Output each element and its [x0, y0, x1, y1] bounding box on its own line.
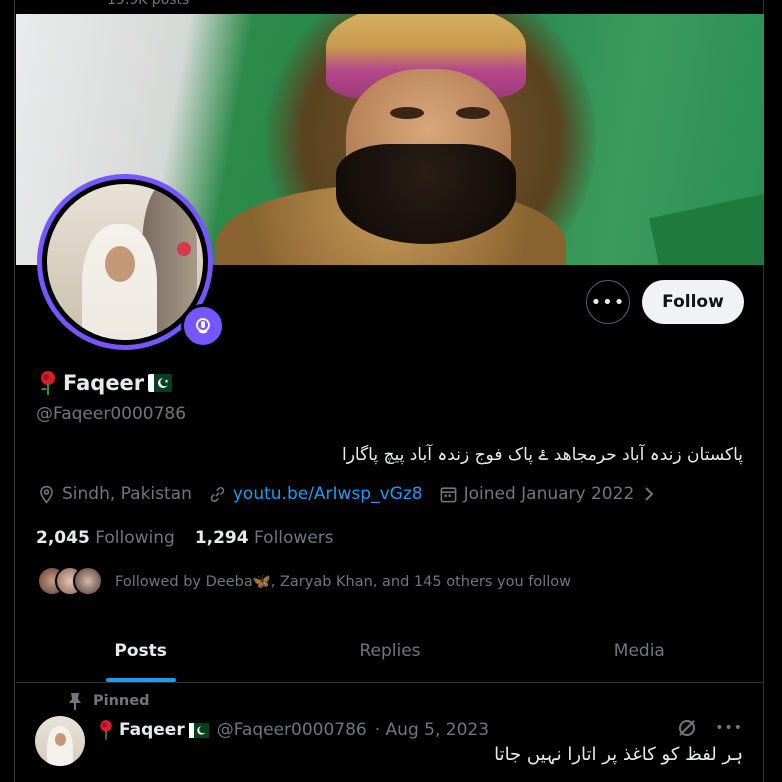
grok-icon[interactable] [677, 718, 697, 738]
post-count: 19.9K posts [107, 0, 190, 8]
follow-button[interactable]: Follow [642, 280, 744, 324]
tab-replies-label: Replies [359, 641, 421, 661]
rose-emoji [100, 720, 112, 740]
tab-posts[interactable]: Posts [16, 620, 265, 682]
location-icon [40, 485, 53, 504]
post-more-icon[interactable]: ••• [715, 720, 743, 736]
following-label: Following [95, 528, 175, 548]
rose-emoji [41, 371, 55, 395]
chevron-right-icon[interactable] [642, 485, 656, 503]
post-author-name[interactable]: Faqeer [119, 720, 185, 740]
post-text: ہر لفظ کو کاغذ پر اتارا نہیں جاتا [494, 744, 743, 765]
post-author-avatar[interactable] [35, 716, 85, 766]
pinned-indicator: Pinned [67, 692, 149, 710]
profile-tabs: Posts Replies Media [16, 620, 764, 683]
profile-avatar[interactable] [37, 174, 225, 350]
tab-posts-label: Posts [114, 641, 167, 661]
tab-replies[interactable]: Replies [265, 620, 514, 682]
profile-column: 19.9K posts ••• Follow Faqeer @Faqeer000… [14, 0, 764, 782]
tab-media[interactable]: Media [515, 620, 764, 682]
profile-bio: پاکستان زندہ آباد حرمجاھد ۓ پاک فوج زندہ… [341, 445, 743, 465]
profile-location: Sindh, Pakistan [62, 484, 192, 504]
display-name-row: Faqeer [37, 370, 173, 396]
profile-joined: Joined January 2022 [463, 484, 635, 504]
followers-label: Followers [254, 528, 334, 548]
display-name: Faqeer [63, 371, 145, 395]
post-date[interactable]: · Aug 5, 2023 [375, 720, 489, 740]
more-options-button[interactable]: ••• [586, 280, 630, 324]
post-actions: ••• [677, 718, 743, 738]
follow-stats: 2,045 Following 1,294 Followers [36, 528, 334, 548]
followed-by[interactable]: Followed by Deeba🦋, Zaryab Khan, and 145… [37, 566, 571, 596]
spaces-mic-icon[interactable] [181, 304, 225, 348]
pin-icon [69, 693, 81, 710]
post-author-handle[interactable]: @Faqeer0000786 [217, 720, 367, 740]
followed-by-text: Followed by Deeba🦋, Zaryab Khan, and 145… [115, 573, 572, 590]
calendar-icon [440, 486, 456, 502]
profile-meta: Sindh, Pakistan youtu.be/ArIwsp_vGz8 Joi… [37, 484, 656, 504]
follower-avatar [73, 566, 103, 596]
post-header: Faqeer @Faqeer0000786 · Aug 5, 2023 [97, 719, 489, 741]
following-count: 2,045 [36, 528, 90, 548]
profile-handle: @Faqeer0000786 [36, 404, 187, 424]
followers-link[interactable]: 1,294 Followers [195, 528, 334, 548]
pinned-label: Pinned [93, 693, 150, 709]
profile-website-link[interactable]: youtu.be/ArIwsp_vGz8 [233, 484, 423, 504]
following-link[interactable]: 2,045 Following [36, 528, 175, 548]
tab-media-label: Media [613, 641, 665, 661]
pakistan-flag-emoji [148, 374, 173, 392]
link-icon [210, 486, 225, 502]
pakistan-flag-emoji [188, 722, 209, 738]
followers-count: 1,294 [194, 528, 249, 548]
active-tab-indicator [105, 678, 176, 682]
